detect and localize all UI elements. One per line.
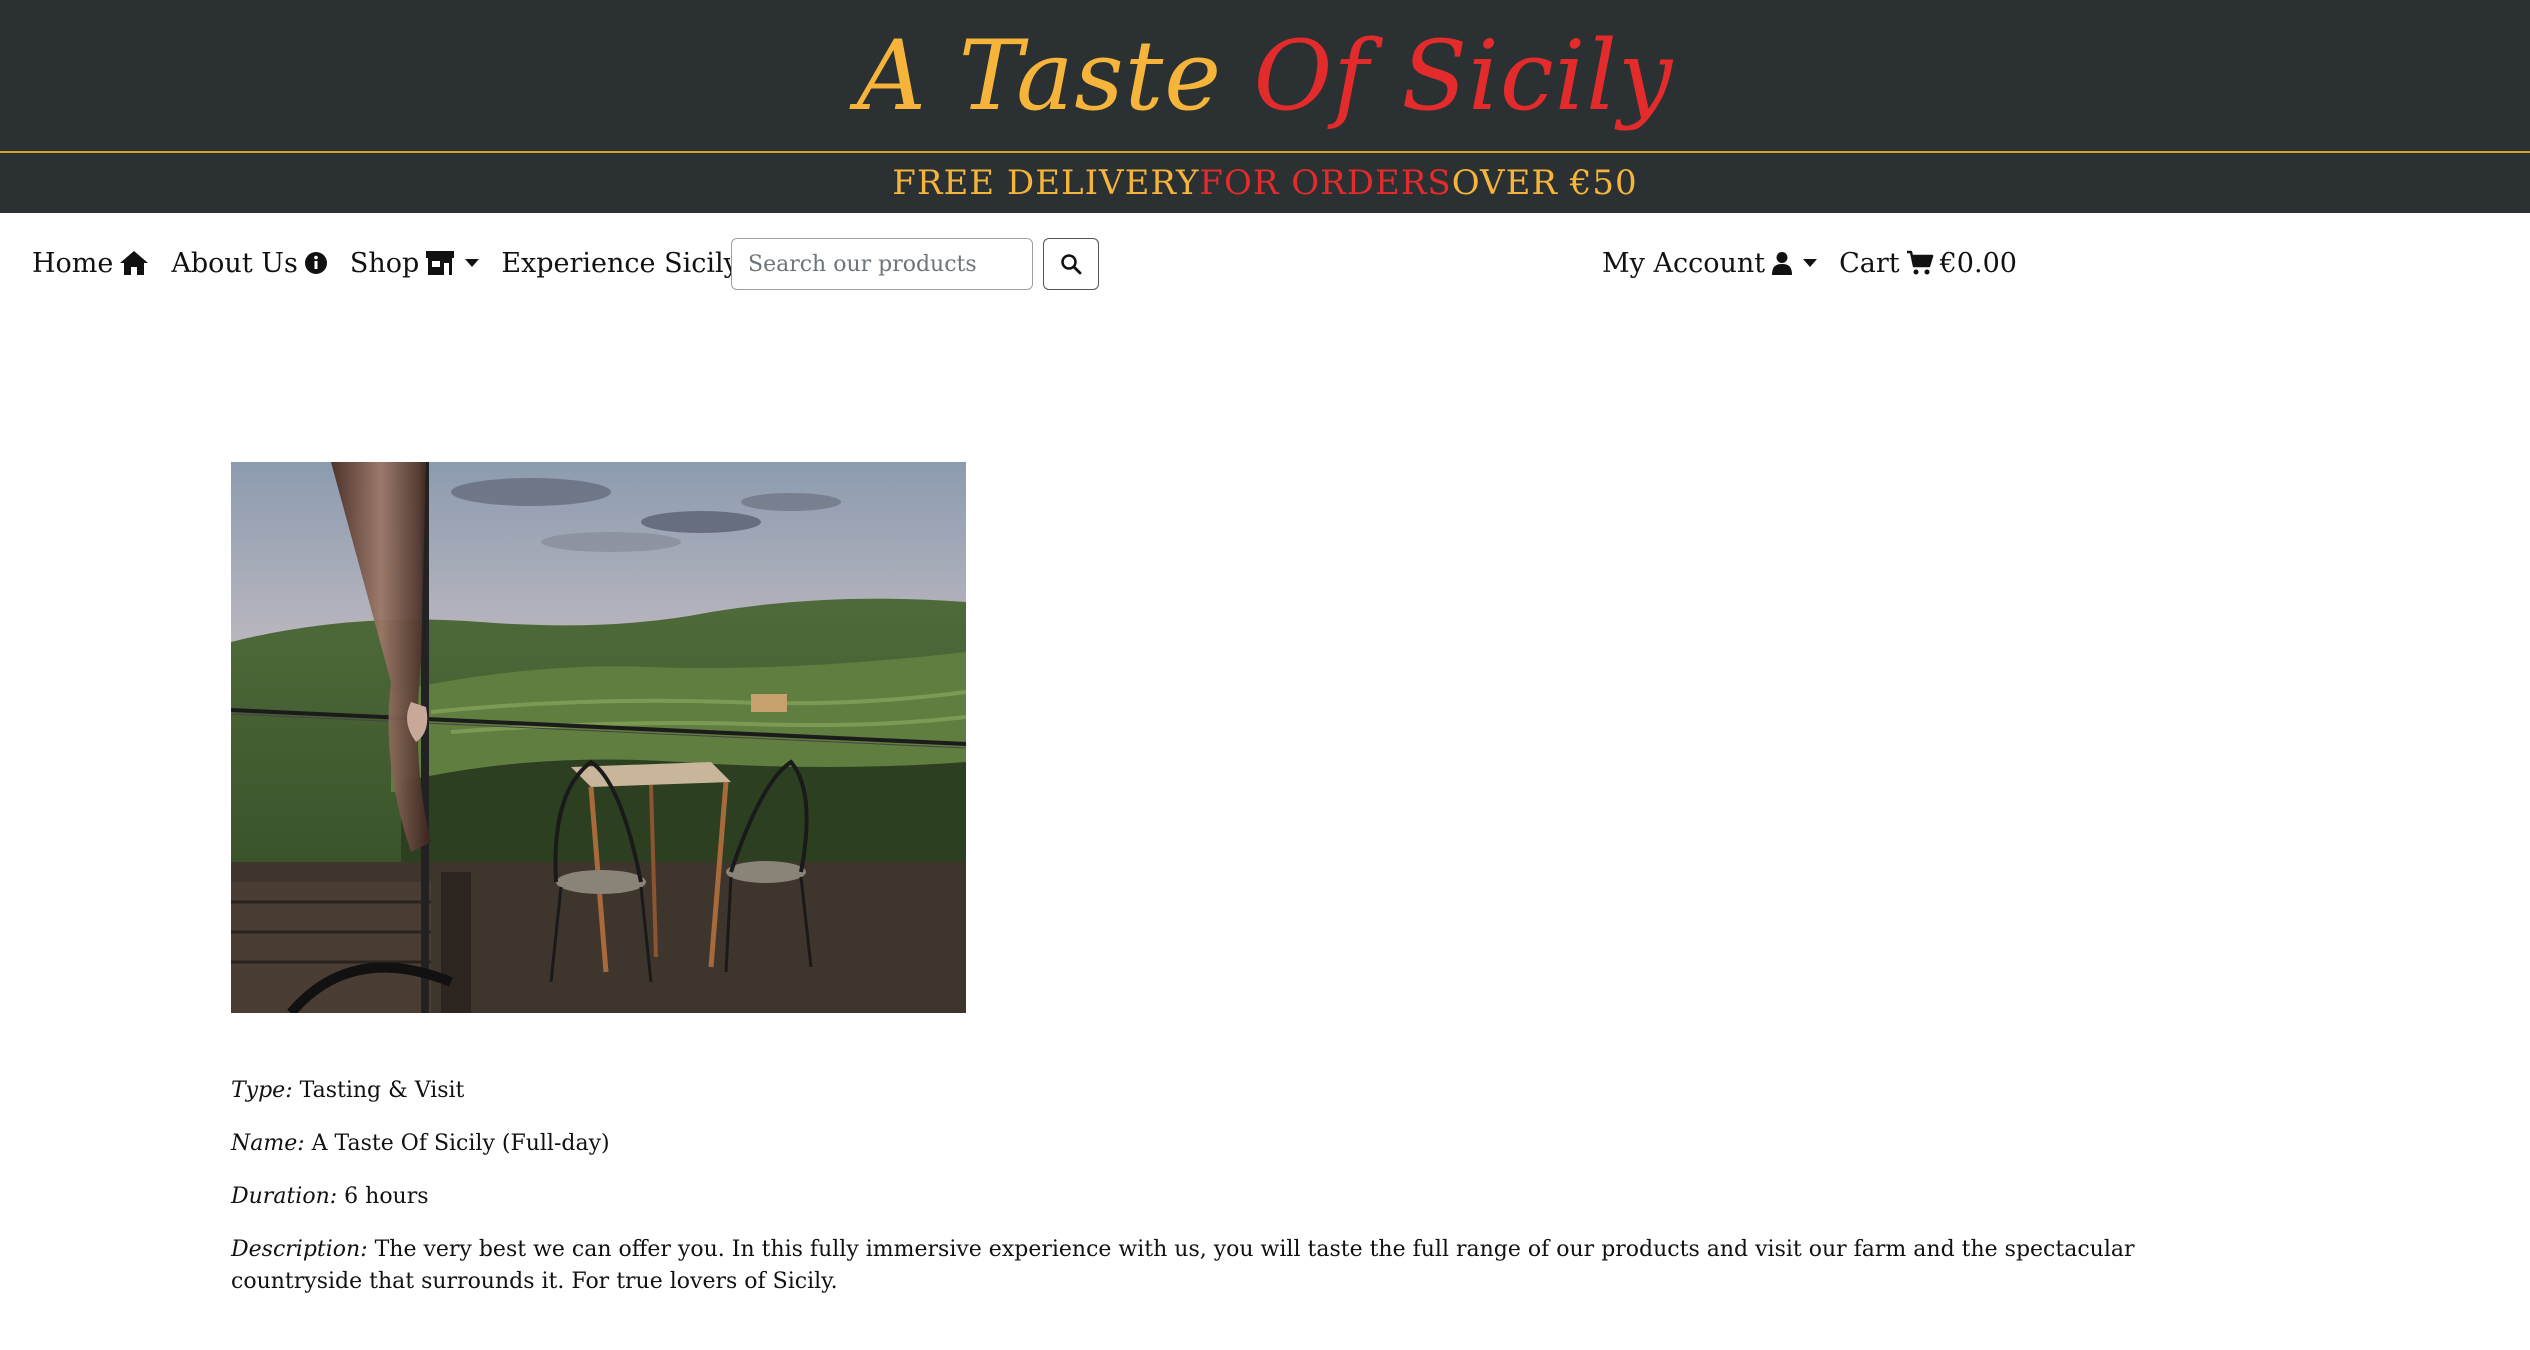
search-icon (1061, 254, 1082, 275)
chevron-down-icon (1803, 259, 1818, 267)
logo-text-part2: Of Sicily (1253, 19, 1674, 132)
description-row: Description: The very best we can offer … (231, 1234, 2261, 1298)
nav-experience[interactable]: Experience Sicily (501, 248, 769, 279)
my-account-label: My Account (1602, 247, 1766, 279)
nav-about-label: About Us (171, 247, 298, 279)
my-account-dropdown[interactable]: My Account (1602, 247, 1818, 279)
info-icon (304, 252, 327, 274)
description-value: The very best we can offer you. In this … (231, 1237, 2135, 1294)
search-form (731, 238, 1099, 290)
type-row: Type: Tasting & Visit (231, 1075, 2261, 1107)
cart-link[interactable]: Cart €0.00 (1839, 248, 2017, 279)
nav-links: Home About Us Shop Experience Sicily (32, 213, 769, 313)
nav-home-label: Home (32, 247, 114, 279)
search-input[interactable] (731, 238, 1033, 290)
nav-experience-label: Experience Sicily (501, 247, 739, 279)
name-value: A Taste Of Sicily (Full-day) (311, 1131, 610, 1156)
store-icon (426, 251, 455, 275)
site-header: A Taste Of Sicily (0, 0, 2530, 153)
nav-home[interactable]: Home (32, 248, 149, 279)
site-logo[interactable]: A Taste Of Sicily (857, 20, 1673, 132)
banner-text-3: OVER €50 (1451, 163, 1638, 203)
duration-row: Duration: 6 hours (231, 1181, 2261, 1213)
terrace-vineyard-photo (231, 462, 966, 1013)
chevron-down-icon (465, 259, 480, 267)
cart-total: €0.00 (1939, 247, 2017, 279)
nav-shop-dropdown[interactable]: Shop (349, 247, 480, 279)
nav-about[interactable]: About Us (171, 248, 327, 279)
main-nav: Home About Us Shop Experience Sicily My … (0, 213, 2530, 313)
duration-value: 6 hours (344, 1184, 429, 1209)
logo-text-part1: A Taste (856, 19, 1254, 132)
experience-details: Type: Tasting & Visit Name: A Taste Of S… (231, 1075, 2261, 1319)
cart-label: Cart (1839, 247, 1900, 279)
duration-label: Duration: (231, 1184, 338, 1209)
experience-image (231, 462, 966, 1013)
description-label: Description: (231, 1237, 368, 1262)
search-button[interactable] (1043, 238, 1099, 290)
type-value: Tasting & Visit (299, 1078, 465, 1103)
type-label: Type: (231, 1078, 293, 1103)
nav-account-cart: My Account Cart €0.00 (1602, 213, 2017, 313)
banner-text-2: FOR ORDERS (1199, 163, 1452, 203)
home-icon (120, 251, 149, 275)
cart-icon (1906, 250, 1933, 275)
banner-text-1: FREE DELIVERY (892, 163, 1200, 203)
name-label: Name: (231, 1131, 305, 1156)
user-icon (1772, 252, 1793, 275)
nav-shop-label: Shop (349, 247, 420, 279)
free-delivery-banner: FREE DELIVERY FOR ORDERS OVER €50 (0, 153, 2530, 213)
name-row: Name: A Taste Of Sicily (Full-day) (231, 1128, 2261, 1160)
